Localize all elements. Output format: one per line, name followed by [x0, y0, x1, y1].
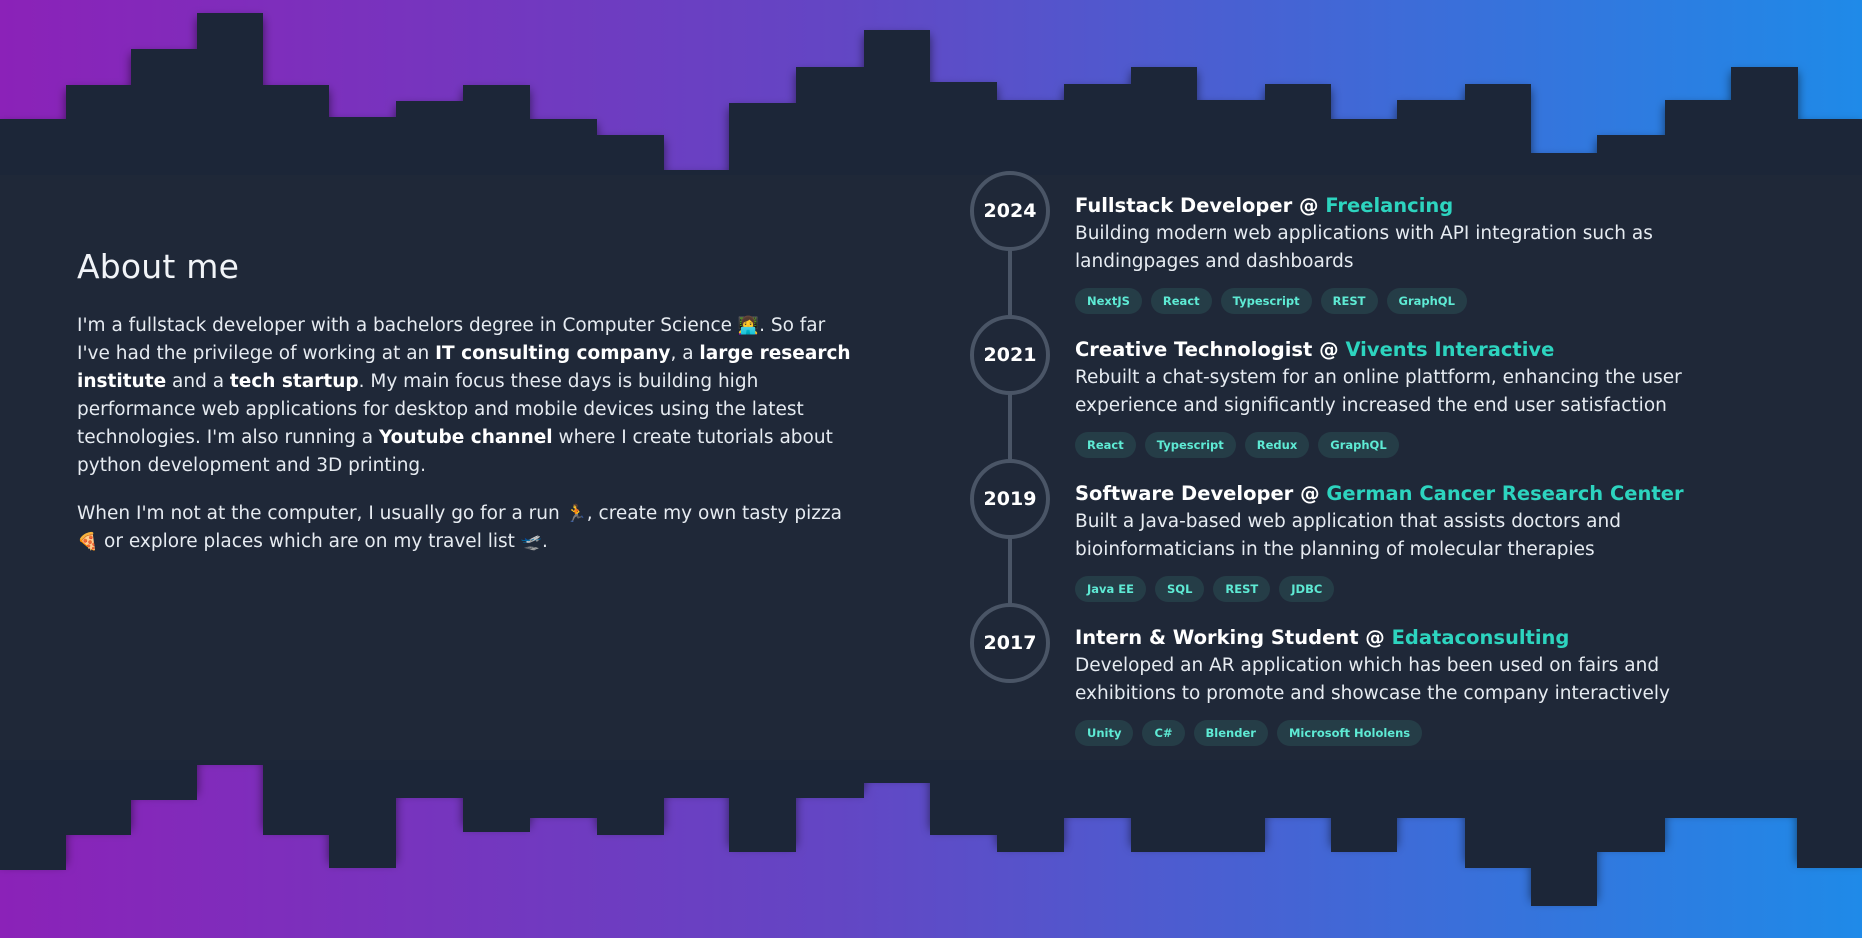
tech-tag: Java EE: [1075, 576, 1147, 602]
about-p1-text-3: , a: [670, 343, 700, 364]
entry-title: Creative Technologist @ Vivents Interact…: [1075, 337, 1765, 363]
about-p2-text-3: or explore places which are on my travel…: [98, 531, 521, 552]
about-title: About me: [77, 247, 240, 286]
tech-tag: Typescript: [1144, 432, 1236, 458]
entry-role: Fullstack Developer @: [1075, 194, 1326, 217]
about-p2-text-2: , create my own tasty pizza: [586, 503, 843, 524]
bottom-skyline-decoration: [0, 760, 1862, 938]
entry-description: Built a Java-based web application that …: [1075, 511, 1621, 560]
company-link[interactable]: Freelancing: [1325, 194, 1453, 217]
entry-title: Fullstack Developer @ Freelancing: [1075, 193, 1765, 219]
year-badge: 2024: [970, 171, 1050, 251]
tech-tag: C#: [1142, 720, 1185, 746]
about-p1-text-4: and a: [166, 371, 230, 392]
company-link[interactable]: Vivents Interactive: [1345, 338, 1554, 361]
tech-tag: Microsoft Hololens: [1276, 720, 1423, 746]
page: About me I'm a fullstack developer with …: [0, 0, 1862, 938]
company-link[interactable]: Edataconsulting: [1392, 626, 1570, 649]
tech-tag: REST: [1213, 576, 1271, 602]
technologist-emoji-icon: 👩‍💻: [737, 316, 760, 336]
tech-tag: Blender: [1193, 720, 1268, 746]
tech-tag: Typescript: [1220, 288, 1312, 314]
tech-tag: GraphQL: [1318, 432, 1399, 458]
tech-tag: Redux: [1244, 432, 1310, 458]
entry-description: Rebuilt a chat-system for an online plat…: [1075, 367, 1682, 416]
tag-list: Unity C# Blender Microsoft Hololens: [1075, 720, 1765, 746]
about-paragraph-2: When I'm not at the computer, I usually …: [77, 500, 857, 556]
tag-list: NextJS React Typescript REST GraphQL: [1075, 288, 1765, 314]
about-p2-text-4: .: [541, 531, 548, 552]
about-p1-highlight-tech-startup: tech startup: [229, 371, 359, 392]
about-section: About me I'm a fullstack developer with …: [77, 247, 857, 576]
entry-description: Building modern web applications with AP…: [1075, 223, 1653, 272]
about-p1-highlight-youtube-channel: Youtube channel: [378, 427, 553, 448]
entry-body: Fullstack Developer @ Freelancing Buildi…: [1075, 193, 1765, 314]
entry-role: Intern & Working Student @: [1075, 626, 1392, 649]
tech-tag: React: [1150, 288, 1212, 314]
year-badge: 2017: [970, 603, 1050, 683]
running-emoji-icon: 🏃: [565, 504, 587, 524]
pizza-emoji-icon: 🍕: [77, 532, 99, 552]
entry-body: Creative Technologist @ Vivents Interact…: [1075, 337, 1765, 458]
top-skyline-decoration: [0, 0, 1862, 175]
airplane-emoji-icon: 🛫: [520, 532, 542, 552]
timeline-line: [1008, 211, 1012, 651]
entry-body: Software Developer @ German Cancer Resea…: [1075, 481, 1765, 602]
tag-list: React Typescript Redux GraphQL: [1075, 432, 1765, 458]
entry-description: Developed an AR application which has be…: [1075, 655, 1670, 704]
tech-tag: React: [1075, 432, 1136, 458]
about-p2-text-1: When I'm not at the computer, I usually …: [77, 503, 566, 524]
entry-title: Intern & Working Student @ Edataconsulti…: [1075, 625, 1765, 651]
about-paragraph-1: I'm a fullstack developer with a bachelo…: [77, 312, 857, 480]
tech-tag: SQL: [1155, 576, 1205, 602]
entry-title: Software Developer @ German Cancer Resea…: [1075, 481, 1765, 507]
company-link[interactable]: German Cancer Research Center: [1326, 482, 1683, 505]
about-p1-highlight-it-consulting: IT consulting company: [435, 343, 671, 364]
tech-tag: JDBC: [1279, 576, 1335, 602]
entry-role: Software Developer @: [1075, 482, 1327, 505]
about-p1-text-1: I'm a fullstack developer with a bachelo…: [77, 315, 738, 336]
year-badge: 2021: [970, 315, 1050, 395]
tech-tag: Unity: [1075, 720, 1134, 746]
experience-timeline: 2024 Fullstack Developer @ Freelancing B…: [970, 171, 1770, 746]
tech-tag: REST: [1320, 288, 1378, 314]
year-badge: 2019: [970, 459, 1050, 539]
entry-body: Intern & Working Student @ Edataconsulti…: [1075, 625, 1765, 746]
tech-tag: GraphQL: [1386, 288, 1467, 314]
tag-list: Java EE SQL REST JDBC: [1075, 576, 1765, 602]
tech-tag: NextJS: [1075, 288, 1142, 314]
entry-role: Creative Technologist @: [1075, 338, 1346, 361]
